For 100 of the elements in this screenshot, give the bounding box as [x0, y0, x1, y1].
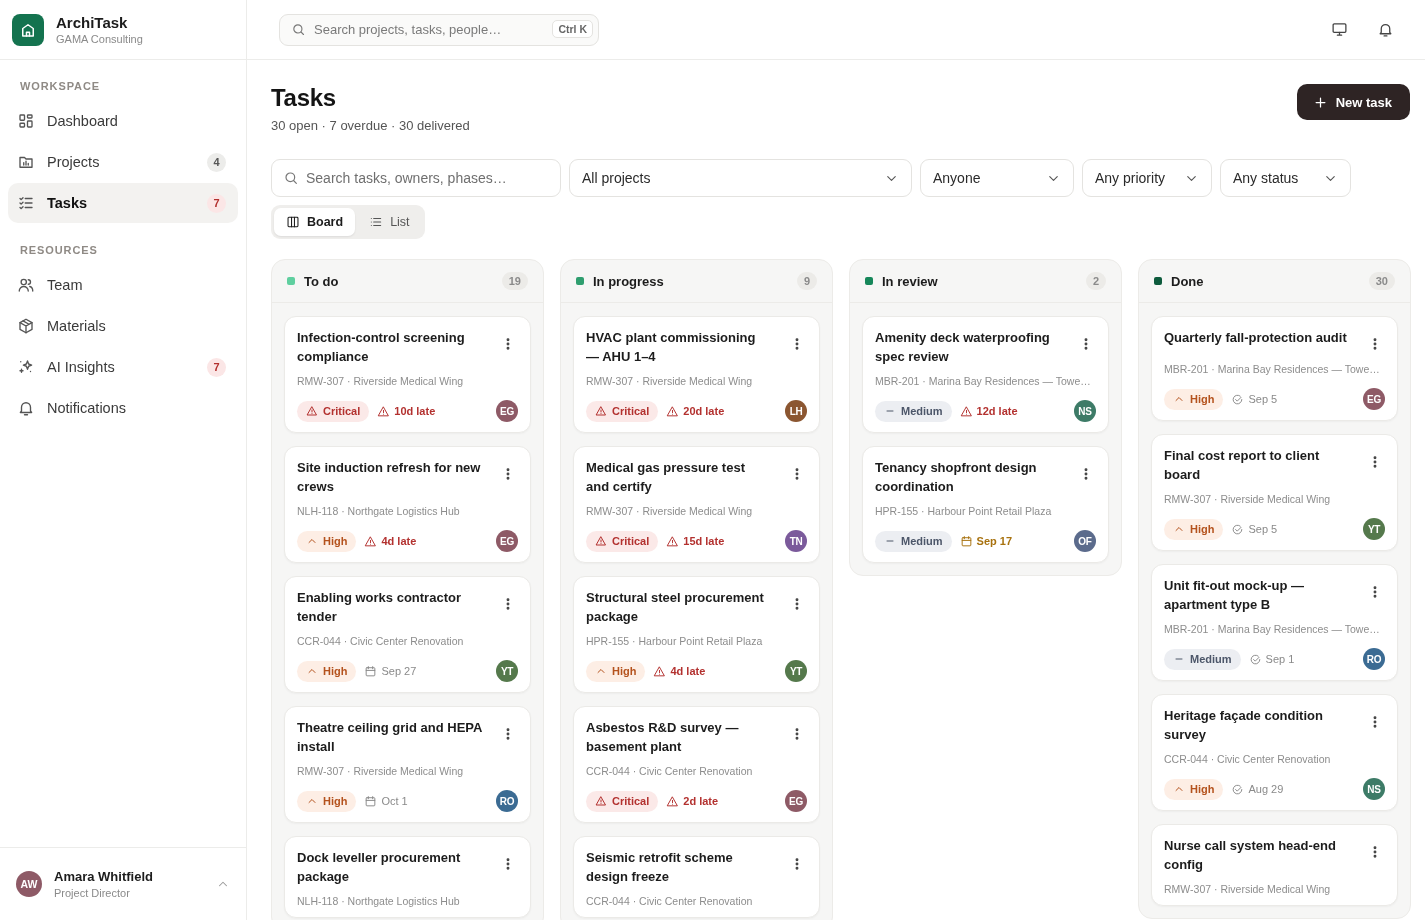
- priority-tag: Critical: [586, 400, 659, 422]
- user-avatar: AW: [16, 871, 42, 897]
- task-card[interactable]: Seismic retrofit scheme design freeze CCR-044 · Civic Center Renovation: [573, 836, 820, 918]
- project-label: RMW-307 · Riverside Medical Wing: [297, 765, 465, 777]
- bell-icon: [17, 399, 35, 417]
- column-title: Done: [1171, 273, 1205, 289]
- filter-dropdown[interactable]: All projects: [569, 159, 912, 197]
- task-title: Structural steel procurement package: [586, 589, 765, 626]
- count-badge: 7: [207, 193, 226, 213]
- count-badge: 7: [207, 357, 226, 377]
- filter-dropdown[interactable]: Any status: [1220, 159, 1351, 197]
- project-label: RMW-307 · Riverside Medical Wing: [297, 375, 465, 387]
- column-title: In review: [882, 273, 939, 289]
- task-card[interactable]: Dock leveller procurement package NLH-118 · Northgate Logistics Hub: [284, 836, 531, 918]
- assignee-avatar: YT: [785, 660, 807, 682]
- user-name: Amara Whitfield: [54, 869, 154, 884]
- task-card[interactable]: Enabling works contractor tender CCR-044 · Civic Center Renovation High Sep 27 YT: [284, 576, 531, 693]
- task-card[interactable]: Final cost report to client board RMW-307 · Riverside Medical Wing High Sep 5 YT: [1151, 434, 1398, 551]
- task-title: Infection-control screening compliance: [297, 329, 466, 366]
- priority-tag: High: [586, 660, 646, 682]
- task-title: Seismic retrofit scheme design freeze: [586, 849, 734, 886]
- filter-dropdown[interactable]: Anyone: [920, 159, 1074, 197]
- task-title: Final cost report to client board: [1164, 447, 1321, 484]
- page-title: Tasks: [271, 84, 337, 112]
- check-circle-icon: [1231, 782, 1245, 796]
- due-label: 2d late: [683, 795, 719, 807]
- priority-tag: High: [1164, 778, 1224, 800]
- nav-item[interactable]: Tasks 7: [8, 183, 238, 223]
- nav-item[interactable]: Dashboard: [8, 101, 238, 141]
- due-label: 4d late: [670, 665, 706, 677]
- task-card[interactable]: Structural steel procurement package HPR-155 · Harbour Point Retail Plaza High 4d late YT: [573, 576, 820, 693]
- task-card[interactable]: Medical gas pressure test and certify RMW-307 · Riverside Medical Wing Critical 15d late TN: [573, 446, 820, 563]
- priority-tag: Medium: [1164, 648, 1241, 670]
- task-title: Amenity deck waterproofing spec review: [875, 329, 1051, 366]
- section-heading: WORKSPACE: [19, 79, 101, 94]
- nav-item[interactable]: Notifications: [8, 388, 238, 428]
- search-icon: [291, 21, 306, 37]
- user-profile[interactable]: AW Amara Whitfield Project Director: [0, 847, 246, 920]
- task-card[interactable]: Theatre ceiling grid and HEPA install RMW-307 · Riverside Medical Wing High Oct 1 RO: [284, 706, 531, 823]
- assignee-avatar: YT: [1363, 518, 1385, 540]
- nav-item[interactable]: AI Insights 7: [8, 347, 238, 387]
- task-card[interactable]: Asbestos R&D survey — basement plant CCR-044 · Civic Center Renovation Critical 2d late EG: [573, 706, 820, 823]
- task-card[interactable]: Site induction refresh for new crews NLH-118 · Northgate Logistics Hub High 4d late EG: [284, 446, 531, 563]
- count-badge: 19: [501, 272, 528, 290]
- project-label: CCR-044 · Civic Center Renovation: [297, 635, 465, 647]
- warning-icon: [364, 534, 378, 548]
- task-title: Theatre ceiling grid and HEPA install: [297, 719, 483, 756]
- assignee-avatar: NS: [1363, 778, 1385, 800]
- filter-dropdown[interactable]: Any priority: [1082, 159, 1212, 197]
- task-card[interactable]: HVAC plant commissioning — AHU 1–4 RMW-307 · Riverside Medical Wing Critical 20d late LH: [573, 316, 820, 433]
- task-summary: 30 open · 7 overdue · 30 delivered: [271, 118, 470, 133]
- project-label: RMW-307 · Riverside Medical Wing: [586, 375, 754, 387]
- dashboard-icon: [17, 112, 35, 130]
- task-card[interactable]: Amenity deck waterproofing spec review MBR-201 · Marina Bay Residences — Towe… Medium 12d late NS: [862, 316, 1109, 433]
- task-title: Nurse call system head-end config: [1164, 837, 1337, 874]
- task-card[interactable]: Infection-control screening compliance RMW-307 · Riverside Medical Wing Critical 10d late EG: [284, 316, 531, 433]
- due-label: Sep 27: [381, 665, 417, 677]
- assignee-avatar: OF: [1074, 530, 1096, 552]
- column-title: To do: [304, 273, 340, 289]
- user-role: Project Director: [54, 887, 131, 899]
- search-icon: [283, 170, 299, 186]
- view-tab[interactable]: List: [357, 208, 422, 236]
- calendar-icon: [959, 534, 973, 548]
- sparkle-icon: [17, 358, 35, 376]
- columns-icon: [286, 215, 300, 229]
- count-badge: 4: [207, 152, 226, 172]
- warning-icon: [306, 405, 318, 417]
- project-label: MBR-201 · Marina Bay Residences — Towe…: [875, 375, 1092, 387]
- nav-item[interactable]: Materials: [8, 306, 238, 346]
- check-circle-icon: [1248, 652, 1262, 666]
- people-icon: [17, 276, 35, 294]
- due-label: 10d late: [394, 405, 436, 417]
- warning-icon: [666, 534, 680, 548]
- task-card[interactable]: Tenancy shopfront design coordination HPR-155 · Harbour Point Retail Plaza Medium Sep 17 OF: [862, 446, 1109, 563]
- task-card[interactable]: Nurse call system head-end config RMW-307 · Riverside Medical Wing: [1151, 824, 1398, 906]
- task-title: Dock leveller procurement package: [297, 849, 462, 886]
- project-label: NLH-118 · Northgate Logistics Hub: [297, 505, 461, 517]
- nav-item[interactable]: Projects 4: [8, 142, 238, 182]
- task-card[interactable]: Quarterly fall-protection audit MBR-201 · Marina Bay Residences — Towe… High Sep 5 EG: [1151, 316, 1398, 421]
- project-label: MBR-201 · Marina Bay Residences — Towe…: [1164, 363, 1381, 375]
- warning-icon: [595, 405, 607, 417]
- task-card[interactable]: Heritage façade condition survey CCR-044 · Civic Center Renovation High Aug 29 NS: [1151, 694, 1398, 811]
- task-title: Quarterly fall-protection audit: [1164, 329, 1348, 347]
- count-badge: 30: [1368, 272, 1395, 290]
- list-icon: [369, 215, 384, 229]
- task-card[interactable]: Unit fit-out mock-up — apartment type B MBR-201 · Marina Bay Residences — Towe… Medium Sep 1 RO: [1151, 564, 1398, 681]
- search-field[interactable]: Search tasks, owners, phases…: [271, 159, 561, 197]
- task-title: Tenancy shopfront design coordination: [875, 459, 1038, 496]
- view-tab[interactable]: Board: [274, 208, 356, 236]
- task-title: Medical gas pressure test and certify: [586, 459, 746, 496]
- new-task-button[interactable]: New task: [1296, 84, 1410, 120]
- assignee-avatar: YT: [496, 660, 518, 682]
- warning-icon: [959, 404, 973, 418]
- priority-tag: High: [297, 530, 357, 552]
- monitor-icon: [1330, 21, 1348, 38]
- due-label: 4d late: [381, 535, 417, 547]
- assignee-avatar: RO: [496, 790, 518, 812]
- nav-item[interactable]: Team: [8, 265, 238, 305]
- priority-tag: Medium: [875, 530, 952, 552]
- assignee-avatar: TN: [785, 530, 807, 552]
